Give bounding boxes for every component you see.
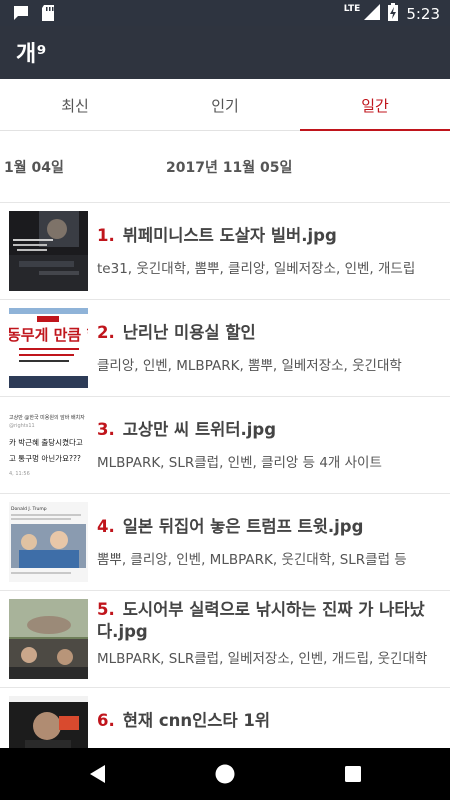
thumbnail-text: 고 통구멍 아닌가요???: [9, 453, 81, 463]
list-item[interactable]: Donald J. Trump 4. 일본 뒤집어 놓은 트럼프 트윗.jpg 뽐…: [0, 494, 450, 591]
chat-icon: [12, 4, 30, 26]
date-previous[interactable]: 1월 04일: [4, 157, 64, 177]
network-type: LTE: [343, 4, 361, 14]
tab-bar: 최신 인기 일간: [0, 79, 450, 132]
thumbnail-text: @rights11: [9, 423, 35, 429]
thumbnail-text: 동무게 만큼 할: [9, 326, 88, 344]
post-title-text: 뷔페미니스트 도살자 빌버.jpg: [122, 226, 337, 245]
post-sources: MLBPARK, SLR클럽, 일베저장소, 인벤, 개드립, 웃긴대학: [97, 651, 428, 667]
recents-icon[interactable]: [340, 761, 366, 787]
post-rank: 6.: [97, 711, 115, 730]
post-title[interactable]: 5. 도시어부 실력으로 낚시하는 진짜 가 나타났다.jpg: [97, 599, 437, 643]
post-title-text: 난리난 미용실 할인: [122, 323, 256, 342]
post-list: 1. 뷔페미니스트 도살자 빌버.jpg te31, 웃긴대학, 뽐뿌, 클리앙,…: [0, 203, 450, 748]
date-current[interactable]: 2017년 11월 05일: [166, 157, 292, 177]
post-rank: 4.: [97, 517, 115, 536]
post-rank: 5.: [97, 600, 115, 619]
list-item[interactable]: 5. 도시어부 실력으로 낚시하는 진짜 가 나타났다.jpg MLBPARK, …: [0, 591, 450, 688]
app-title: 개⁹: [16, 42, 47, 67]
tab-popular[interactable]: 인기: [150, 79, 300, 131]
navigation-bar: [0, 748, 450, 800]
post-rank: 2.: [97, 323, 115, 342]
tab-latest[interactable]: 최신: [0, 79, 150, 131]
post-sources: 뽐뿌, 클리앙, 인벤, MLBPARK, 웃긴대학, SLR클럽 등: [97, 552, 407, 568]
post-sources: MLBPARK, SLR클럽, 인벤, 클리앙 등 4개 사이트: [97, 455, 382, 471]
post-title[interactable]: 6. 현재 cnn인스타 1위: [97, 710, 437, 732]
list-item[interactable]: 고상만 @한국 미용원의 앞바 배치자 @rights11 카 박근혜 출당시켰…: [0, 397, 450, 494]
thumbnail-text: 고상만 @한국 미용원의 앞바 배치자: [9, 414, 85, 421]
status-bar: LTE 5:23: [0, 0, 450, 26]
post-title[interactable]: 2. 난리난 미용실 할인: [97, 322, 437, 344]
post-rank: 3.: [97, 420, 115, 439]
post-title-text: 도시어부 실력으로 낚시하는 진짜 가 나타났다.jpg: [97, 600, 425, 641]
list-item[interactable]: 1. 뷔페미니스트 도살자 빌버.jpg te31, 웃긴대학, 뽐뿌, 클리앙,…: [0, 203, 450, 300]
post-thumbnail: [9, 211, 88, 291]
post-title[interactable]: 1. 뷔페미니스트 도살자 빌버.jpg: [97, 225, 437, 247]
home-icon[interactable]: [212, 761, 238, 787]
back-icon[interactable]: [85, 761, 111, 787]
post-thumbnail: Donald J. Trump: [9, 502, 88, 582]
post-rank: 1.: [97, 226, 115, 245]
tab-daily[interactable]: 일간: [300, 79, 450, 132]
post-sources: te31, 웃긴대학, 뽐뿌, 클리앙, 일베저장소, 인벤, 개드립: [97, 261, 416, 277]
clock: 5:23: [406, 5, 440, 23]
signal-icon: [364, 4, 381, 24]
date-selector[interactable]: 1월 04일 2017년 11월 05일: [0, 131, 450, 203]
post-thumbnail: [9, 599, 88, 679]
thumbnail-text: 4, 11:56: [9, 471, 30, 477]
sd-card-icon: [40, 4, 56, 26]
post-title-text: 현재 cnn인스타 1위: [122, 711, 271, 730]
post-title[interactable]: 3. 고상만 씨 트위터.jpg: [97, 419, 437, 441]
thumbnail-text: 카 박근혜 출당시켰다고: [9, 437, 83, 447]
app-bar: 개⁹: [0, 26, 450, 79]
list-item[interactable]: 6. 현재 cnn인스타 1위: [0, 688, 450, 748]
thumbnail-text: Donald J. Trump: [11, 506, 47, 512]
post-thumbnail: 동무게 만큼 할: [9, 308, 88, 388]
post-thumbnail: [9, 696, 88, 748]
post-thumbnail: 고상만 @한국 미용원의 앞바 배치자 @rights11 카 박근혜 출당시켰…: [9, 405, 88, 485]
list-item[interactable]: 동무게 만큼 할 2. 난리난 미용실 할인 클리앙, 인벤, MLBPARK, …: [0, 300, 450, 397]
battery-charging-icon: [388, 3, 399, 25]
post-title-text: 일본 뒤집어 놓은 트럼프 트윗.jpg: [122, 517, 364, 536]
post-title-text: 고상만 씨 트위터.jpg: [122, 420, 277, 439]
post-title[interactable]: 4. 일본 뒤집어 놓은 트럼프 트윗.jpg: [97, 516, 437, 538]
post-sources: 클리앙, 인벤, MLBPARK, 뽐뿌, 일베저장소, 웃긴대학: [97, 358, 402, 374]
